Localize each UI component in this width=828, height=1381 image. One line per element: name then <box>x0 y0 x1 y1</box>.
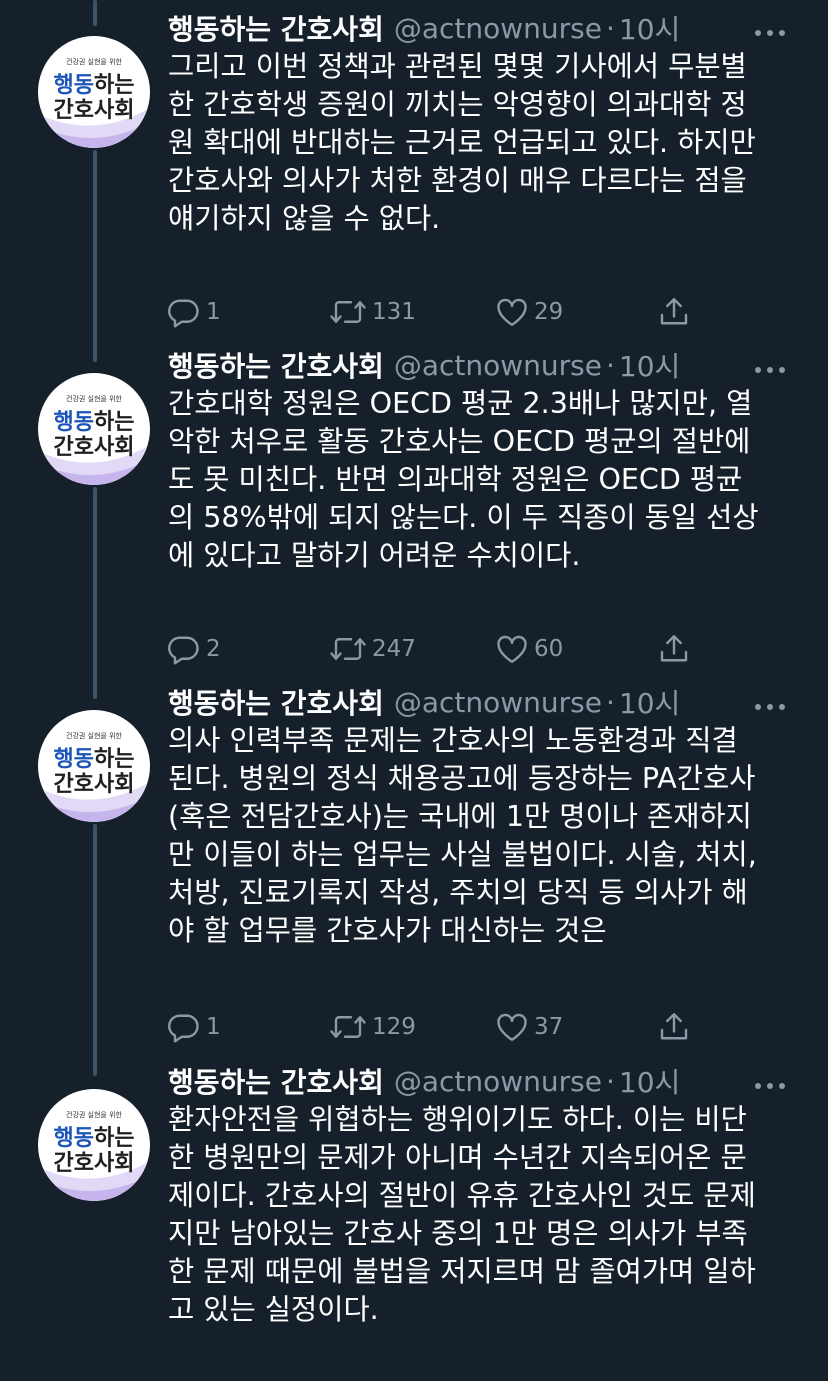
svg-text:행동하는: 행동하는 <box>54 410 135 435</box>
tweet-text: 의사 인력부족 문제는 간호사의 노동환경과 직결 된다. 병원의 정식 채용공… <box>168 724 757 947</box>
separator-dot: · <box>605 685 615 719</box>
thread-line <box>93 150 97 362</box>
logo-tagline: 건강권 실현을 위한 <box>66 57 123 66</box>
more-icon[interactable] <box>752 18 788 48</box>
retweet-button[interactable]: 131 <box>328 292 416 332</box>
logo-word-dark-2: 간호사회 <box>54 772 135 797</box>
tweet-header: 행동하는 간호사회 @actnownurse · 10시 <box>168 1061 808 1101</box>
logo-tagline: 건강권 실현을 위한 <box>66 394 123 403</box>
tweet-actions: 2 247 60 <box>166 629 706 669</box>
actnownurse-logo: 건강권 실현을 위한 행동하는 간호사회 <box>38 731 150 822</box>
logo-word-dark: 하는 <box>94 747 134 772</box>
timestamp[interactable]: 10시 <box>619 345 680 385</box>
display-name[interactable]: 행동하는 간호사회 <box>168 345 384 385</box>
actnownurse-logo: 건강권 실현을 위한 행동하는 간호사회 <box>38 57 150 148</box>
tweet-header: 행동하는 간호사회 @actnownurse · 10시 <box>168 345 808 385</box>
thread-line <box>93 0 97 26</box>
more-icon[interactable] <box>752 692 788 722</box>
logo-tagline: 건강권 실현을 위한 <box>66 1110 123 1119</box>
like-count: 37 <box>534 1014 564 1040</box>
handle[interactable]: @actnownurse <box>394 349 602 382</box>
retweet-button[interactable]: 129 <box>328 1007 416 1047</box>
reply-count: 2 <box>206 636 221 662</box>
share-icon <box>660 298 688 325</box>
logo-word-dark: 하는 <box>94 410 134 435</box>
separator-dot: · <box>605 348 615 382</box>
timestamp[interactable]: 10시 <box>619 682 680 722</box>
tweet-header: 행동하는 간호사회 @actnownurse · 10시 <box>168 682 808 722</box>
tweet-actions: 1 131 29 <box>166 292 706 332</box>
retweet-count: 131 <box>372 299 416 325</box>
display-name[interactable]: 행동하는 간호사회 <box>168 682 384 722</box>
reply-button[interactable]: 1 <box>166 292 221 332</box>
logo-word-dark: 하는 <box>94 73 134 98</box>
tweet-text: 간호대학 정원은 OECD 평균 2.3배나 많지만, 열 악한 처우로 활동 … <box>168 387 759 572</box>
handle[interactable]: @actnownurse <box>394 686 602 719</box>
thread-line <box>93 487 97 699</box>
share-button[interactable] <box>656 629 696 669</box>
display-name[interactable]: 행동하는 간호사회 <box>168 1061 384 1101</box>
tweet-header: 행동하는 간호사회 @actnownurse · 10시 <box>168 8 808 48</box>
logo-word-blue: 행동 <box>54 747 94 772</box>
handle[interactable]: @actnownurse <box>394 12 602 45</box>
reply-count: 1 <box>206 1014 221 1040</box>
retweet-icon <box>330 1016 366 1038</box>
retweet-button[interactable]: 247 <box>328 629 416 669</box>
avatar[interactable]: 건강권 실현을 위한 행동하는 간호사회 <box>38 36 150 148</box>
actnownurse-logo: 건강권 실현을 위한 행동하는 간호사회 <box>38 1110 150 1201</box>
handle[interactable]: @actnownurse <box>394 1065 602 1098</box>
tweet-text: 환자안전을 위협하는 행위이기도 하다. 이는 비단 한 병원만의 문제가 아니… <box>168 1103 756 1326</box>
retweet-count: 247 <box>372 636 416 662</box>
reply-icon <box>168 1014 199 1043</box>
share-button[interactable] <box>656 292 696 332</box>
retweet-count: 129 <box>372 1014 416 1040</box>
avatar[interactable]: 건강권 실현을 위한 행동하는 간호사회 <box>38 373 150 485</box>
retweet-icon <box>330 301 366 323</box>
tweet-actions: 1 129 37 <box>166 1007 706 1047</box>
like-button[interactable]: 29 <box>494 292 563 332</box>
like-count: 29 <box>534 299 564 325</box>
svg-text:행동하는: 행동하는 <box>54 1126 135 1151</box>
reply-count: 1 <box>206 299 221 325</box>
more-icon[interactable] <box>752 1071 788 1101</box>
logo-word-dark-2: 간호사회 <box>54 1151 135 1176</box>
like-count: 60 <box>534 636 564 662</box>
reply-icon <box>168 636 199 665</box>
more-icon[interactable] <box>752 355 788 385</box>
heart-icon <box>497 298 527 326</box>
reply-button[interactable]: 1 <box>166 1007 221 1047</box>
timestamp[interactable]: 10시 <box>619 1061 680 1101</box>
logo-word-blue: 행동 <box>54 410 94 435</box>
separator-dot: · <box>605 1064 615 1098</box>
heart-icon <box>497 635 527 663</box>
timestamp[interactable]: 10시 <box>619 8 680 48</box>
share-icon <box>660 635 688 662</box>
avatar[interactable]: 건강권 실현을 위한 행동하는 간호사회 <box>38 710 150 822</box>
logo-word-dark-2: 간호사회 <box>54 98 135 123</box>
actnownurse-logo: 건강권 실현을 위한 행동하는 간호사회 <box>38 394 150 485</box>
display-name[interactable]: 행동하는 간호사회 <box>168 8 384 48</box>
share-button[interactable] <box>656 1007 696 1047</box>
retweet-icon <box>330 638 366 660</box>
logo-word-dark: 하는 <box>94 1126 134 1151</box>
logo-tagline: 건강권 실현을 위한 <box>66 731 123 740</box>
separator-dot: · <box>605 11 615 45</box>
svg-text:행동하는: 행동하는 <box>54 747 135 772</box>
avatar[interactable]: 건강권 실현을 위한 행동하는 간호사회 <box>38 1089 150 1201</box>
share-icon <box>660 1013 688 1040</box>
reply-button[interactable]: 2 <box>166 629 221 669</box>
logo-word-dark-2: 간호사회 <box>54 435 135 460</box>
logo-word-blue: 행동 <box>54 73 94 98</box>
heart-icon <box>497 1013 527 1041</box>
logo-word-blue: 행동 <box>54 1126 94 1151</box>
svg-text:행동하는: 행동하는 <box>54 73 135 98</box>
tweet-text: 그리고 이번 정책과 관련된 몇몇 기사에서 무분별 한 간호학생 증원이 끼치… <box>168 50 756 235</box>
thread-line <box>93 824 97 1076</box>
reply-icon <box>168 299 199 328</box>
like-button[interactable]: 37 <box>494 1007 563 1047</box>
like-button[interactable]: 60 <box>494 629 563 669</box>
